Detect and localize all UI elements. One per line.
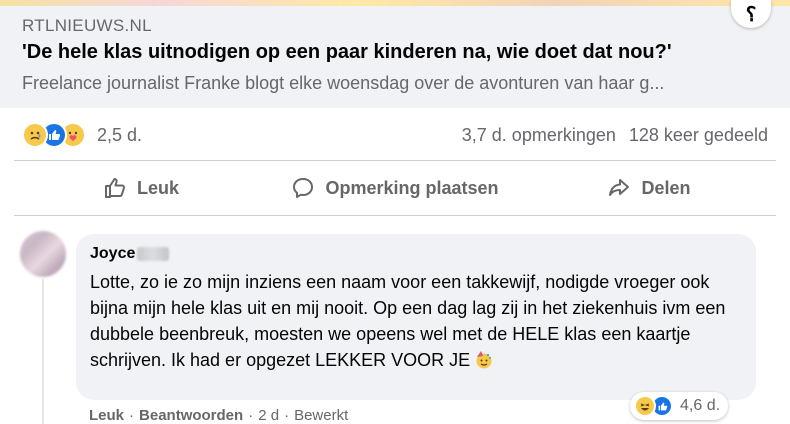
comment-bubble: Joyce Lotte, zo ie zo mijn inziens een n… <box>76 234 756 400</box>
separator: · <box>129 407 135 424</box>
comment-author[interactable]: Joyce <box>90 245 742 263</box>
blurred-surname <box>137 247 170 261</box>
comment-reply-link[interactable]: Beantwoorden <box>139 407 243 424</box>
thumbs-up-icon <box>104 178 125 198</box>
comment-body: Lotte, zo ie zo mijn inziens een naam vo… <box>90 269 742 373</box>
link-domain: RTLNIEUWS.NL <box>22 16 152 35</box>
reaction-count[interactable]: 2,5 d. <box>97 125 142 146</box>
comment-reactions[interactable]: 4,6 d. <box>630 392 729 420</box>
link-preview-card[interactable]: RTLNIEUWS.NL 'De hele klas uitnodigen op… <box>0 6 790 108</box>
link-description: Freelance journalist Franke blogt elke w… <box>22 73 665 93</box>
share-arrow-icon <box>609 179 630 196</box>
comment-button[interactable]: Opmerking plaatsen <box>268 161 522 215</box>
comment-reaction-count: 4,6 d. <box>680 397 721 414</box>
link-headline[interactable]: 'De hele klas uitnodigen op een paar kin… <box>22 41 767 64</box>
speech-bubble-icon <box>293 178 314 198</box>
avatar[interactable] <box>20 231 66 277</box>
post-stats-bar: 2,5 d. 3,7 d. opmerkingen 128 keer gedee… <box>0 108 790 160</box>
sad-emoji-icon <box>22 122 48 148</box>
haha-emoji-icon <box>634 395 656 417</box>
post-action-bar: Leuk Opmerking plaatsen Delen <box>14 160 776 216</box>
comment-edited-label[interactable]: Bewerkt <box>294 407 348 424</box>
more-icon: ⸮ <box>745 3 757 26</box>
comment-author-name[interactable]: Joyce <box>90 245 135 263</box>
separator: · <box>284 407 290 424</box>
like-label: Leuk <box>136 177 179 198</box>
thread-line <box>42 279 44 424</box>
share-label: Delen <box>641 177 691 198</box>
comment-like-link[interactable]: Leuk <box>89 407 124 424</box>
share-button[interactable]: Delen <box>522 161 776 215</box>
comment-actions: Leuk · Beantwoorden · 2 d · Bewerkt <box>89 407 348 424</box>
comments-count-link[interactable]: 3,7 d. opmerkingen <box>462 125 616 146</box>
shares-count-link[interactable]: 128 keer gedeeld <box>629 125 768 146</box>
separator: · <box>248 407 254 424</box>
post-reactions-summary[interactable]: 2,5 d. <box>22 122 142 148</box>
like-button[interactable]: Leuk <box>14 161 268 215</box>
party-face-emoji-icon <box>476 351 492 369</box>
comment-text: Lotte, zo ie zo mijn inziens een naam vo… <box>90 272 726 370</box>
comment-label: Opmerking plaatsen <box>325 177 499 198</box>
comment-timestamp[interactable]: 2 d <box>258 407 279 424</box>
